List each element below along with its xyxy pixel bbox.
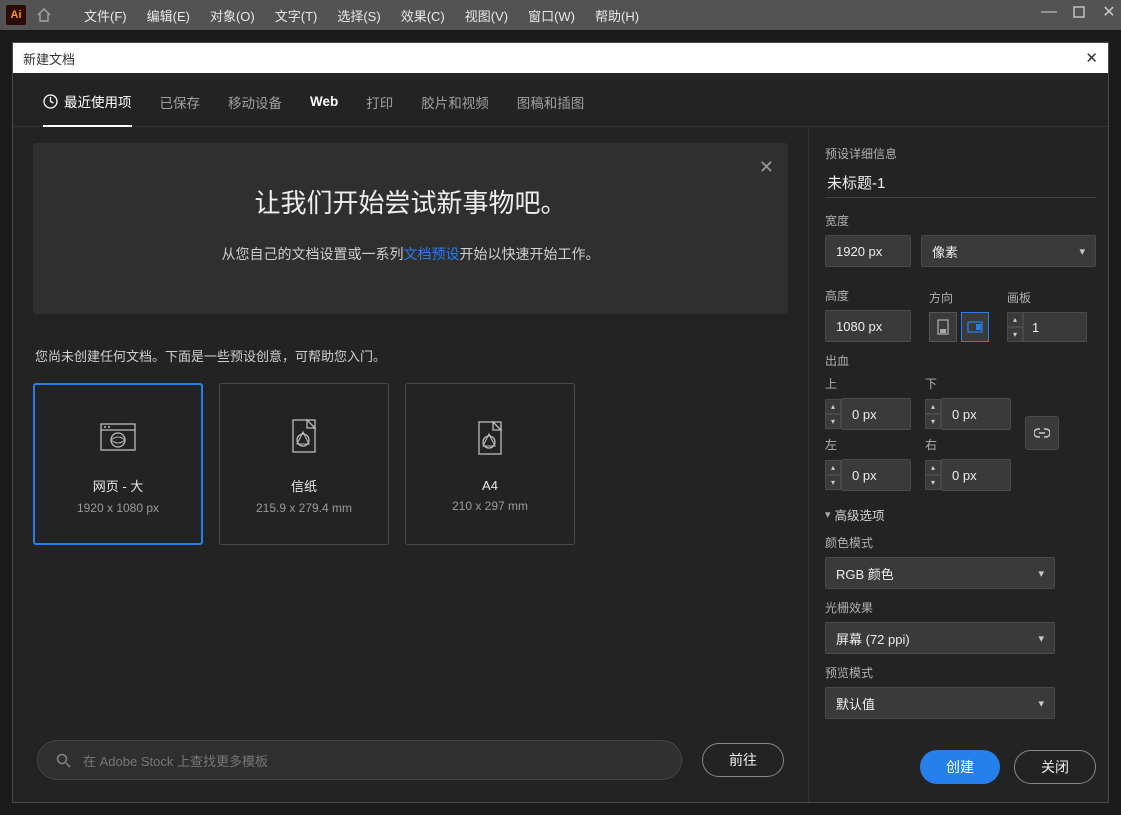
tab-4[interactable]: 打印 [366, 91, 393, 126]
menu-bar: Ai 文件(F)编辑(E)对象(O)文字(T)选择(S)效果(C)视图(V)窗口… [0, 0, 1121, 30]
width-input[interactable]: 1920 px [825, 235, 911, 267]
welcome-banner: ✕ 让我们开始尝试新事物吧。 从您自己的文档设置或一系列文档预设开始以快速开始工… [33, 143, 788, 314]
menu-item[interactable]: 对象(O) [200, 6, 265, 25]
stock-search[interactable]: 在 Adobe Stock 上查找更多模板 [37, 740, 682, 780]
maximize-icon[interactable] [1071, 4, 1087, 20]
advanced-toggle[interactable]: ▾高级选项 [825, 505, 1096, 524]
tab-3[interactable]: Web [310, 91, 338, 126]
dialog-title: 新建文档 [23, 49, 75, 68]
orientation-landscape[interactable] [961, 312, 989, 342]
preset-dim: 210 x 297 mm [452, 499, 528, 513]
preset-name: 信纸 [291, 476, 317, 495]
preset-icon [467, 416, 513, 462]
preset-name: A4 [482, 478, 498, 493]
home-icon[interactable] [34, 5, 54, 25]
document-name-input[interactable] [825, 168, 1096, 198]
preset-icon [281, 414, 327, 460]
width-label: 宽度 [825, 212, 1096, 229]
bleed-right[interactable]: 0 px [941, 459, 1011, 491]
link-bleed-icon[interactable] [1025, 416, 1059, 450]
bleed-bottom[interactable]: 0 px [941, 398, 1011, 430]
tab-1[interactable]: 已保存 [160, 91, 201, 126]
bleed-left[interactable]: 0 px [841, 459, 911, 491]
tab-5[interactable]: 胶片和视频 [421, 91, 489, 126]
artboard-input[interactable] [1023, 312, 1087, 342]
orientation-portrait[interactable] [929, 312, 957, 342]
menu-item[interactable]: 编辑(E) [137, 6, 200, 25]
hint-text: 您尚未创建任何文档。下面是一些预设创意，可帮助您入门。 [35, 346, 786, 365]
artboard-up[interactable]: ▴ [1007, 312, 1023, 327]
preset-dim: 215.9 x 279.4 mm [256, 501, 352, 515]
dialog-close-icon[interactable]: ✕ [1085, 49, 1098, 67]
preset-card[interactable]: 网页 - 大 1920 x 1080 px [33, 383, 203, 545]
preset-card[interactable]: A4 210 x 297 mm [405, 383, 575, 545]
close-button[interactable]: 关闭 [1014, 750, 1096, 784]
artboard-down[interactable]: ▾ [1007, 327, 1023, 342]
menu-item[interactable]: 文件(F) [74, 6, 137, 25]
preset-card[interactable]: 信纸 215.9 x 279.4 mm [219, 383, 389, 545]
menu-item[interactable]: 选择(S) [327, 6, 390, 25]
tab-6[interactable]: 图稿和插图 [517, 91, 585, 126]
height-label: 高度 [825, 287, 911, 304]
stock-go-button[interactable]: 前往 [702, 743, 784, 777]
menu-item[interactable]: 视图(V) [455, 6, 518, 25]
bleed-top[interactable]: 0 px [841, 398, 911, 430]
panel-title: 预设详细信息 [825, 145, 1096, 162]
new-document-dialog: 新建文档 ✕ 最近使用项已保存移动设备 Web 打印胶片和视频图稿和插图 ✕ 让我们… [12, 42, 1109, 803]
unit-select[interactable]: 像素▾ [921, 235, 1096, 267]
preset-list: 网页 - 大 1920 x 1080 px 信纸 215.9 x 279.4 mm A4… [33, 383, 788, 545]
menu-item[interactable]: 效果(C) [391, 6, 455, 25]
banner-heading: 让我们开始尝试新事物吧。 [57, 183, 764, 220]
preset-dim: 1920 x 1080 px [77, 501, 159, 515]
preset-name: 网页 - 大 [93, 476, 144, 495]
menu-item[interactable]: 帮助(H) [585, 6, 649, 25]
banner-close-icon[interactable]: ✕ [759, 157, 774, 178]
color-mode-select[interactable]: RGB 颜色▾ [825, 557, 1055, 589]
banner-text: 从您自己的文档设置或一系列文档预设开始以快速开始工作。 [57, 244, 764, 264]
height-input[interactable]: 1080 px [825, 310, 911, 342]
minimize-icon[interactable]: — [1041, 4, 1057, 20]
preview-select[interactable]: 默认值▾ [825, 687, 1055, 719]
orientation-label: 方向 [929, 289, 989, 306]
preset-icon [95, 414, 141, 460]
tab-2[interactable]: 移动设备 [228, 91, 282, 126]
category-tabs: 最近使用项已保存移动设备 Web 打印胶片和视频图稿和插图 [13, 73, 1108, 127]
artboard-label: 画板 [1007, 289, 1087, 306]
menu-item[interactable]: 文字(T) [265, 6, 328, 25]
app-logo: Ai [6, 5, 26, 25]
raster-select[interactable]: 屏幕 (72 ppi)▾ [825, 622, 1055, 654]
bleed-label: 出血 [825, 352, 1096, 369]
tab-0[interactable]: 最近使用项 [43, 91, 132, 127]
close-icon[interactable]: ✕ [1101, 4, 1117, 20]
create-button[interactable]: 创建 [920, 750, 1000, 784]
preset-link[interactable]: 文档预设 [404, 246, 460, 262]
menu-item[interactable]: 窗口(W) [518, 6, 585, 25]
